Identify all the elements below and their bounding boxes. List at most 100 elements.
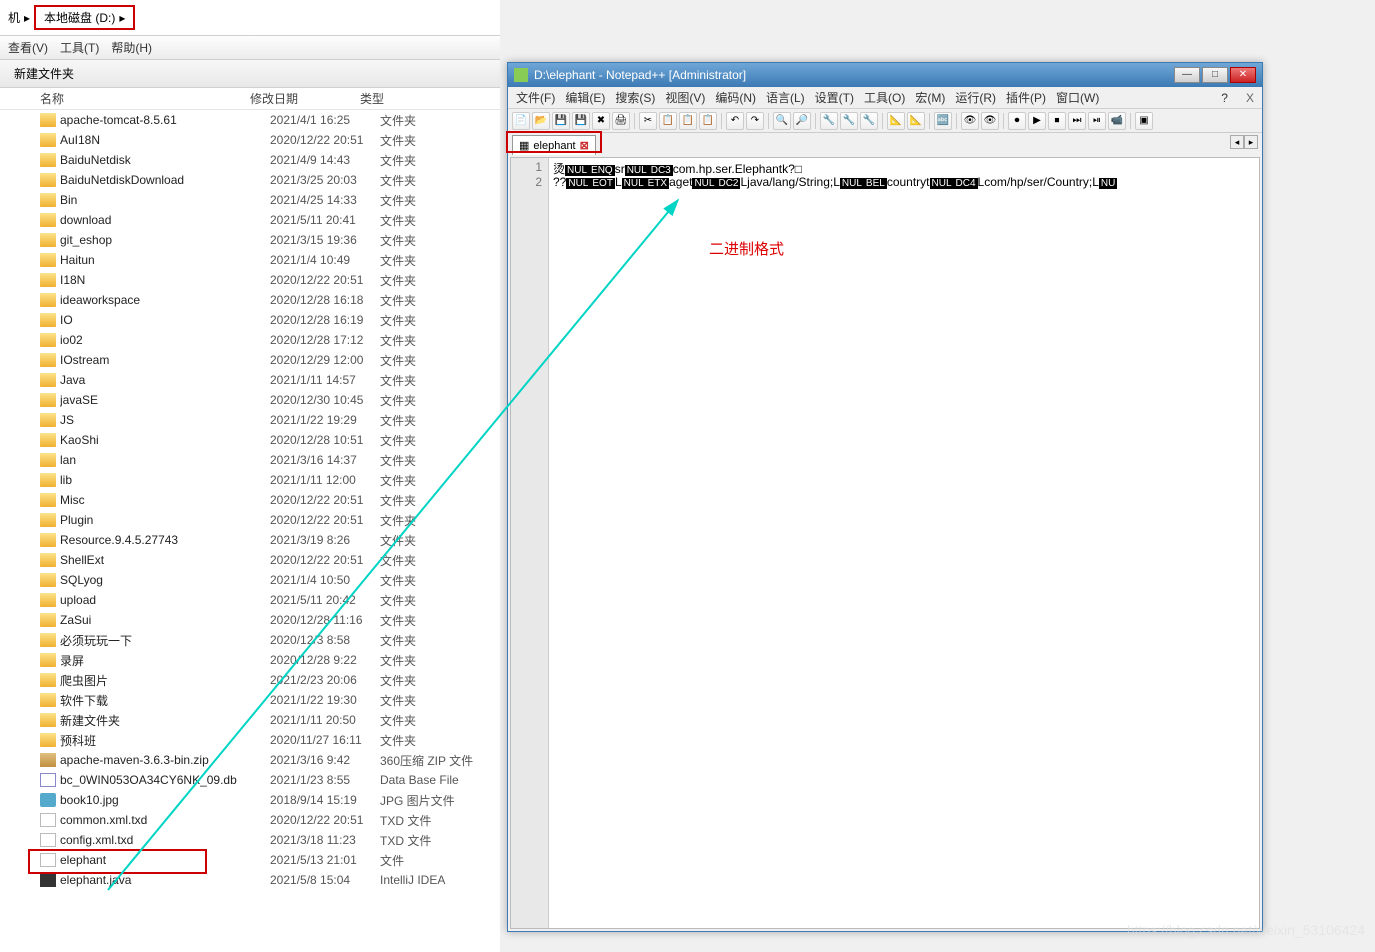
- file-row[interactable]: BaiduNetdisk 2021/4/9 14:43 文件夹: [0, 150, 500, 170]
- toolbar-button[interactable]: 📐: [887, 112, 905, 130]
- tab-scroll-left-icon[interactable]: ◂: [1230, 135, 1244, 149]
- file-row[interactable]: upload 2021/5/11 20:42 文件夹: [0, 590, 500, 610]
- toolbar-button[interactable]: 🔎: [793, 112, 811, 130]
- toolbar-button[interactable]: ⏺: [1008, 112, 1026, 130]
- file-row[interactable]: Resource.9.4.5.27743 2021/3/19 8:26 文件夹: [0, 530, 500, 550]
- toolbar-button[interactable]: 🔧: [840, 112, 858, 130]
- col-date[interactable]: 修改日期: [250, 90, 360, 107]
- file-row[interactable]: 预科班 2020/11/27 16:11 文件夹: [0, 730, 500, 750]
- menu-item[interactable]: 编码(N): [715, 89, 756, 106]
- file-row[interactable]: 爬虫图片 2021/2/23 20:06 文件夹: [0, 670, 500, 690]
- toolbar-button[interactable]: ▣: [1135, 112, 1153, 130]
- tab-scroll-right-icon[interactable]: ▸: [1244, 135, 1258, 149]
- file-row[interactable]: elephant.java 2021/5/8 15:04 IntelliJ ID…: [0, 870, 500, 890]
- editor-area[interactable]: 1 2 烫NULENQsrNULDC3com.hp.ser.Elephantk?…: [510, 157, 1260, 929]
- file-row[interactable]: AuI18N 2020/12/22 20:51 文件夹: [0, 130, 500, 150]
- toolbar-button[interactable]: 🔧: [860, 112, 878, 130]
- file-row[interactable]: 软件下载 2021/1/22 19:30 文件夹: [0, 690, 500, 710]
- toolbar-button[interactable]: 📋: [679, 112, 697, 130]
- file-row[interactable]: common.xml.txd 2020/12/22 20:51 TXD 文件: [0, 810, 500, 830]
- file-row[interactable]: javaSE 2020/12/30 10:45 文件夹: [0, 390, 500, 410]
- menu-tools[interactable]: 工具(T): [60, 39, 99, 56]
- toolbar-button[interactable]: 💾: [572, 112, 590, 130]
- toolbar-button[interactable]: 👁: [981, 112, 999, 130]
- file-row[interactable]: I18N 2020/12/22 20:51 文件夹: [0, 270, 500, 290]
- toolbar-button[interactable]: ▶: [1028, 112, 1046, 130]
- file-row[interactable]: git_eshop 2021/3/15 19:36 文件夹: [0, 230, 500, 250]
- file-row[interactable]: KaoShi 2020/12/28 10:51 文件夹: [0, 430, 500, 450]
- file-row[interactable]: ideaworkspace 2020/12/28 16:18 文件夹: [0, 290, 500, 310]
- file-row[interactable]: io02 2020/12/28 17:12 文件夹: [0, 330, 500, 350]
- document-tab[interactable]: ▦ elephant ⊠: [512, 135, 596, 155]
- menu-item[interactable]: 搜索(S): [615, 89, 655, 106]
- file-row[interactable]: download 2021/5/11 20:41 文件夹: [0, 210, 500, 230]
- menu-view[interactable]: 查看(V): [8, 39, 48, 56]
- breadcrumb-host[interactable]: 机: [8, 9, 20, 26]
- code-content[interactable]: 烫NULENQsrNULDC3com.hp.ser.Elephantk?□ ??…: [549, 158, 1259, 928]
- toolbar-button[interactable]: 🖨: [612, 112, 630, 130]
- toolbar-button[interactable]: 🔧: [820, 112, 838, 130]
- file-row[interactable]: Plugin 2020/12/22 20:51 文件夹: [0, 510, 500, 530]
- toolbar-button[interactable]: ✂: [639, 112, 657, 130]
- file-row[interactable]: 必须玩玩一下 2020/12/3 8:58 文件夹: [0, 630, 500, 650]
- file-row[interactable]: lib 2021/1/11 12:00 文件夹: [0, 470, 500, 490]
- menu-help[interactable]: 帮助(H): [111, 39, 152, 56]
- menu-help[interactable]: ?: [1221, 91, 1228, 105]
- file-row[interactable]: apache-tomcat-8.5.61 2021/4/1 16:25 文件夹: [0, 110, 500, 130]
- close-button[interactable]: ✕: [1230, 67, 1256, 83]
- file-row[interactable]: bc_0WIN053OA34CY6NK_09.db 2021/1/23 8:55…: [0, 770, 500, 790]
- toolbar-button[interactable]: ↷: [746, 112, 764, 130]
- menu-item[interactable]: 编辑(E): [565, 89, 605, 106]
- file-row[interactable]: Bin 2021/4/25 14:33 文件夹: [0, 190, 500, 210]
- new-folder-button[interactable]: 新建文件夹: [14, 65, 74, 82]
- toolbar-button[interactable]: ⏯: [1088, 112, 1106, 130]
- menu-item[interactable]: 文件(F): [516, 89, 555, 106]
- toolbar-button[interactable]: 📐: [907, 112, 925, 130]
- menu-item[interactable]: 设置(T): [815, 89, 854, 106]
- toolbar-button[interactable]: 📹: [1108, 112, 1126, 130]
- file-row[interactable]: IOstream 2020/12/29 12:00 文件夹: [0, 350, 500, 370]
- breadcrumb-drive[interactable]: 本地磁盘 (D:): [44, 9, 115, 26]
- file-row[interactable]: ShellExt 2020/12/22 20:51 文件夹: [0, 550, 500, 570]
- toolbar-button[interactable]: 🔍: [773, 112, 791, 130]
- maximize-button[interactable]: □: [1202, 67, 1228, 83]
- menu-item[interactable]: 工具(O): [864, 89, 905, 106]
- toolbar-button[interactable]: ⏹: [1048, 112, 1066, 130]
- file-row[interactable]: 录屏 2020/12/28 9:22 文件夹: [0, 650, 500, 670]
- toolbar-button[interactable]: ✖: [592, 112, 610, 130]
- file-row[interactable]: 新建文件夹 2021/1/11 20:50 文件夹: [0, 710, 500, 730]
- menu-item[interactable]: 窗口(W): [1056, 89, 1099, 106]
- file-row[interactable]: Misc 2020/12/22 20:51 文件夹: [0, 490, 500, 510]
- file-row[interactable]: apache-maven-3.6.3-bin.zip 2021/3/16 9:4…: [0, 750, 500, 770]
- col-type[interactable]: 类型: [360, 90, 500, 107]
- menu-item[interactable]: 插件(P): [1006, 89, 1046, 106]
- toolbar-button[interactable]: 👁: [961, 112, 979, 130]
- file-row[interactable]: config.xml.txd 2021/3/18 11:23 TXD 文件: [0, 830, 500, 850]
- col-name[interactable]: 名称: [0, 90, 250, 107]
- file-row[interactable]: JS 2021/1/22 19:29 文件夹: [0, 410, 500, 430]
- toolbar-button[interactable]: 💾: [552, 112, 570, 130]
- toolbar-button[interactable]: ↶: [726, 112, 744, 130]
- toolbar-button[interactable]: 📋: [659, 112, 677, 130]
- npp-titlebar[interactable]: D:\elephant - Notepad++ [Administrator] …: [508, 63, 1262, 87]
- toolbar-button[interactable]: ⏭: [1068, 112, 1086, 130]
- file-row[interactable]: IO 2020/12/28 16:19 文件夹: [0, 310, 500, 330]
- file-row[interactable]: BaiduNetdiskDownload 2021/3/25 20:03 文件夹: [0, 170, 500, 190]
- menu-item[interactable]: 运行(R): [955, 89, 996, 106]
- file-row[interactable]: elephant 2021/5/13 21:01 文件: [0, 850, 500, 870]
- menu-item[interactable]: 宏(M): [915, 89, 945, 106]
- toolbar-button[interactable]: 🔤: [934, 112, 952, 130]
- address-bar[interactable]: 机 ▸ 本地磁盘 (D:) ▸: [0, 0, 500, 36]
- toolbar-button[interactable]: 📋: [699, 112, 717, 130]
- menu-close-doc[interactable]: X: [1246, 91, 1254, 105]
- file-row[interactable]: Java 2021/1/11 14:57 文件夹: [0, 370, 500, 390]
- menu-item[interactable]: 语言(L): [766, 89, 805, 106]
- file-row[interactable]: SQLyog 2021/1/4 10:50 文件夹: [0, 570, 500, 590]
- toolbar-button[interactable]: 📂: [532, 112, 550, 130]
- minimize-button[interactable]: —: [1174, 67, 1200, 83]
- file-row[interactable]: ZaSui 2020/12/28 11:16 文件夹: [0, 610, 500, 630]
- file-row[interactable]: Haitun 2021/1/4 10:49 文件夹: [0, 250, 500, 270]
- menu-item[interactable]: 视图(V): [665, 89, 705, 106]
- tab-close-icon[interactable]: ⊠: [580, 139, 589, 152]
- toolbar-button[interactable]: 📄: [512, 112, 530, 130]
